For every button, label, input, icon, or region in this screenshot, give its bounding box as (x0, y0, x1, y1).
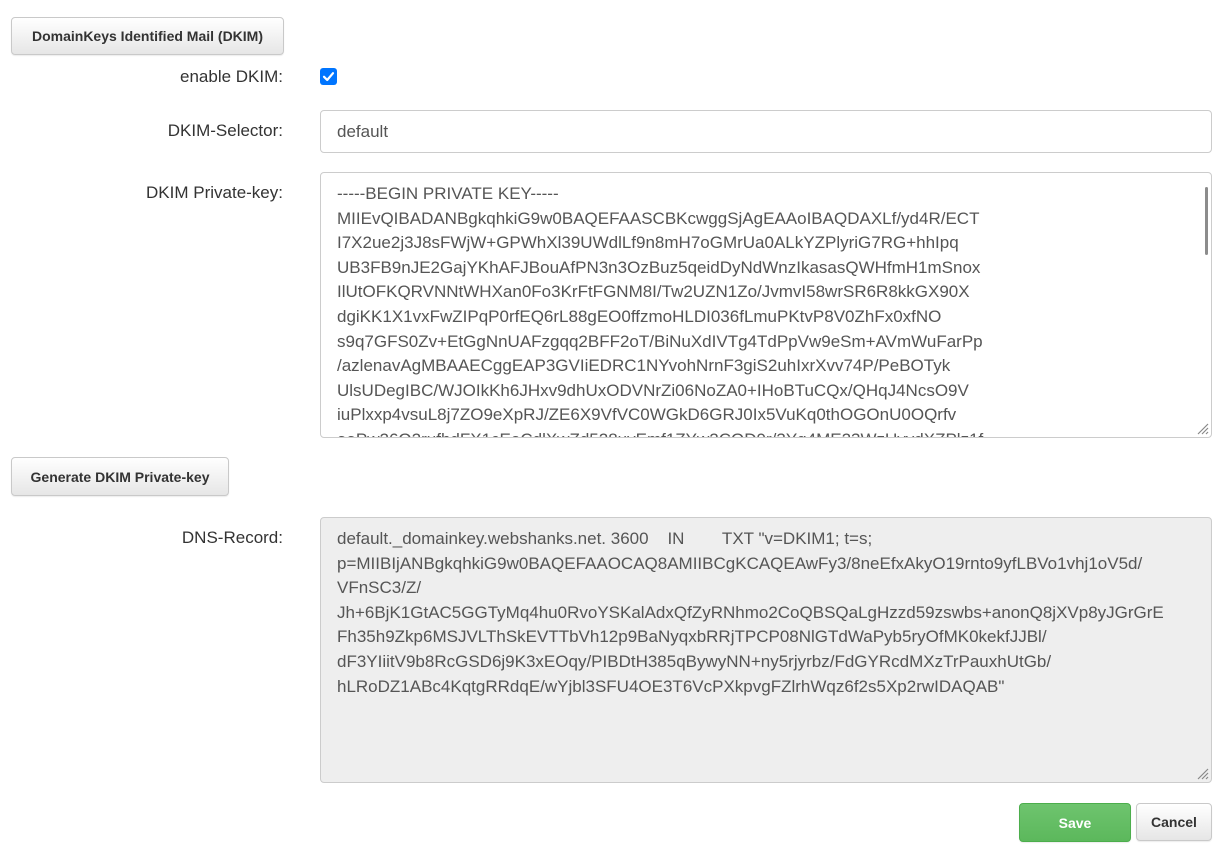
dns-record-textarea[interactable]: default._domainkey.webshanks.net. 3600 I… (320, 517, 1212, 783)
enable-dkim-checkbox[interactable] (320, 68, 337, 85)
private-key-line: MIIEvQIBADANBgkqhkiG9w0BAQEFAASCBKcwggSj… (337, 208, 980, 228)
private-key-line: UB3FB9nJE2GajYKhAFJBouAfPN3n3OzBuz5qeidD… (337, 257, 981, 277)
private-key-line: s9q7GFS0Zv+EtGgNnUAFzgqq2BFF2oT/BiNuXdIV… (337, 331, 983, 351)
dns-record-line: Fh35h9Zkp6MSJVLThSkEVTTbVh12p9BaNyqxbRRj… (337, 627, 1047, 647)
enable-dkim-label: enable DKIM: (180, 67, 283, 86)
private-key-line: -----BEGIN PRIVATE KEY----- (337, 184, 559, 203)
dns-record-line: hLRoDZ1ABc4KqtgRRdqE/wYjbl3SFU4OE3T6VcPX… (337, 676, 1005, 696)
dns-record-line: VFnSC3/Z/ (337, 578, 422, 598)
private-key-line: /azlenavAgMBAAECggEAP3GVIiEDRC1NYvohNrnF… (337, 356, 951, 376)
private-key-line: IlUtOFKQRVNNtWHXan0Fo3KrFtFGNM8I/Tw2UZN1… (337, 282, 970, 302)
dkim-selector-value: default (337, 122, 389, 141)
save-button[interactable]: Save (1019, 803, 1131, 842)
dns-record-line: default._domainkey.webshanks.net. 3600 I… (337, 529, 873, 548)
resize-handle-icon[interactable] (1195, 421, 1209, 435)
dns-record-line: Jh+6BjK1GtAC5GGTyMq4hu0RvoYSKalAdxQfZyRN… (337, 602, 1164, 622)
private-key-line: iuPlxxp4vsuL8j7ZO9eXpRJ/ZE6X9VfVC0WGkD6G… (337, 405, 957, 425)
dkim-private-key-label: DKIM Private-key: (146, 183, 283, 202)
dns-record-label: DNS-Record: (181, 528, 283, 547)
textarea-scrollbar[interactable] (1205, 187, 1208, 255)
private-key-line: UlsUDegIBC/WJOIkKh6JHxv9dhUxODVNrZi06NoZ… (337, 380, 969, 400)
generate-private-key-button[interactable]: Generate DKIM Private-key (11, 457, 229, 496)
resize-handle-icon[interactable] (1195, 766, 1209, 780)
dkim-selector-input[interactable]: default (320, 110, 1212, 153)
private-key-line: aaPw26O2rufhdFX1cEoCdlXwZd528uvEmf1ZYw2C… (337, 428, 1195, 437)
private-key-line: I7X2ue2j3J8sFWjW+GPWhXl39UWdlLf9n8mH7oGM… (337, 233, 959, 253)
cancel-button[interactable]: Cancel (1136, 803, 1212, 841)
dkim-selector-label: DKIM-Selector: (167, 121, 283, 140)
checkmark-icon (322, 72, 335, 82)
dns-record-line: p=MIIBIjANBgkqhkiG9w0BAQEFAAOCAQ8AMIIBCg… (337, 553, 1143, 573)
dkim-private-key-textarea[interactable]: -----BEGIN PRIVATE KEY----- MIIEvQIBADAN… (320, 172, 1212, 438)
private-key-line: dgiKK1X1vxFwZIPqP0rfEQ6rL88gEO0ffzmoHLDI… (337, 306, 942, 326)
dkim-section-button[interactable]: DomainKeys Identified Mail (DKIM) (11, 17, 284, 55)
dns-record-line: dF3YIiitV9b8RcGSD6j9K3xEOqy/PIBDtH385qBy… (337, 651, 1052, 671)
